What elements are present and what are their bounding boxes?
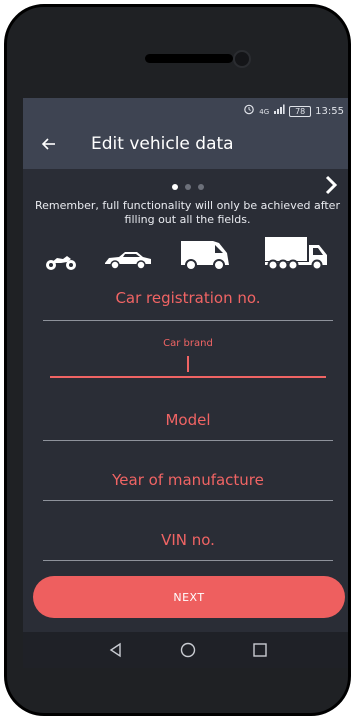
car-icon[interactable] — [103, 250, 153, 270]
vehicle-types — [23, 233, 348, 273]
status-time: 13:55 — [315, 105, 344, 117]
phone-screen: 4G 78 13:55 Edit vehicle data Remember, … — [23, 98, 348, 668]
alarm-icon — [243, 103, 255, 120]
battery-level: 78 — [295, 107, 306, 116]
form-content: Remember, full functionality will only b… — [23, 169, 348, 598]
vin-field[interactable]: VIN no. — [43, 517, 333, 561]
system-nav-bar — [23, 632, 348, 668]
next-button[interactable]: NEXT — [33, 576, 345, 618]
nav-recents-icon[interactable] — [251, 641, 269, 659]
year-field[interactable]: Year of manufacture — [43, 457, 333, 501]
chevron-right-icon — [325, 175, 338, 195]
year-underline — [43, 500, 333, 501]
step-dot-1 — [171, 184, 178, 190]
battery-icon: 78 — [289, 106, 312, 117]
nav-home-icon[interactable] — [179, 641, 197, 659]
motorcycle-icon[interactable] — [45, 253, 77, 271]
step-dot-3 — [197, 184, 204, 190]
arrow-left-icon — [41, 138, 55, 150]
signal-icon — [273, 104, 285, 120]
car-brand-field[interactable]: Car brand — [50, 334, 326, 378]
model-underline — [43, 440, 333, 441]
registration-label: Car registration no. — [115, 289, 261, 307]
car-brand-underline — [50, 376, 326, 378]
next-button-wrap: NEXT — [23, 576, 348, 618]
back-button[interactable] — [37, 132, 61, 156]
nav-back-icon[interactable] — [107, 641, 125, 659]
phone-frame: 4G 78 13:55 Edit vehicle data Remember, … — [4, 4, 351, 716]
registration-underline — [43, 320, 333, 321]
car-brand-label: Car brand — [163, 338, 213, 349]
app-bar: Edit vehicle data — [23, 122, 348, 169]
text-cursor — [187, 356, 189, 372]
vin-label: VIN no. — [161, 531, 215, 549]
status-bar: 4G 78 13:55 — [23, 98, 348, 122]
page-title: Edit vehicle data — [91, 134, 234, 154]
registration-field[interactable]: Car registration no. — [43, 277, 333, 321]
next-step-button[interactable] — [322, 175, 340, 197]
van-icon[interactable] — [179, 239, 231, 271]
step-dots — [23, 184, 348, 190]
notice-text: Remember, full functionality will only b… — [35, 199, 340, 226]
vin-underline — [43, 560, 333, 561]
phone-camera — [233, 50, 251, 68]
step-dot-2 — [184, 184, 191, 190]
year-label: Year of manufacture — [112, 471, 264, 489]
status-right: 4G 78 13:55 — [243, 103, 344, 120]
phone-speaker — [145, 54, 233, 63]
network-text: 4G — [259, 107, 270, 116]
model-label: Model — [165, 411, 211, 429]
truck-icon[interactable] — [263, 235, 329, 271]
model-field[interactable]: Model — [43, 397, 333, 441]
